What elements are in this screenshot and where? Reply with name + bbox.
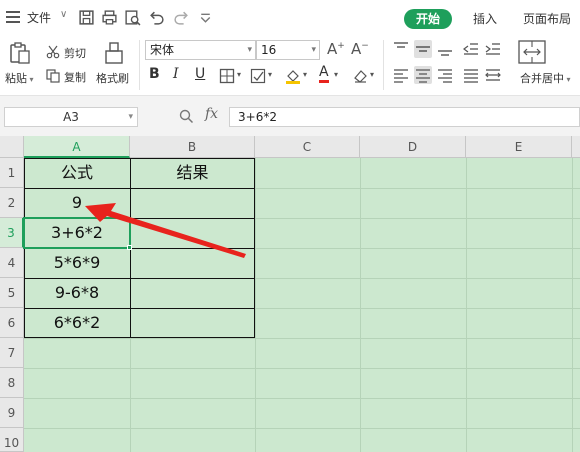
increase-indent-icon[interactable] [484, 40, 502, 58]
font-name-select[interactable]: 宋体 ▾ [145, 40, 256, 60]
font-color-icon[interactable]: A [319, 64, 329, 83]
undo-icon[interactable] [148, 9, 165, 26]
cut-button[interactable]: 剪切 [64, 45, 86, 61]
align-middle-icon[interactable] [414, 40, 432, 58]
insert-function-icon[interactable]: fx [205, 106, 218, 122]
format-painter-button[interactable]: 格式刷 [96, 70, 129, 86]
font-size-select[interactable]: 16 ▾ [256, 40, 320, 60]
clear-format-chevron-icon[interactable]: ▾ [370, 70, 374, 79]
save-icon[interactable] [78, 9, 95, 26]
zoom-search-icon[interactable] [178, 108, 194, 124]
copy-icon[interactable] [46, 69, 60, 83]
print-preview-icon[interactable] [124, 9, 141, 26]
bold-icon[interactable]: B [149, 66, 160, 82]
file-menu[interactable]: 文件 [27, 9, 51, 26]
cell-style-chevron-icon[interactable]: ▾ [268, 70, 272, 79]
underline-icon[interactable]: U [195, 66, 205, 82]
annotation-arrow [85, 203, 246, 258]
justify-icon[interactable] [462, 66, 480, 84]
spreadsheet-window: 文件 ∨ 开始 插入 页面布局 粘贴 ▾ 剪切 复制 格式刷 宋体 ▾ 16 ▾ A… [0, 0, 580, 452]
font-color-chevron-icon[interactable]: ▾ [334, 70, 338, 79]
merge-center-button[interactable]: 合并居中 ▾ [520, 70, 571, 86]
paste-button[interactable]: 粘贴 ▾ [5, 70, 34, 86]
formula-bar: A3 ▾ fx 3+6*2 [0, 96, 580, 136]
increase-font-size-icon[interactable]: A+ [327, 40, 345, 58]
paste-icon[interactable] [8, 41, 32, 65]
ribbon-divider [383, 40, 384, 90]
hamburger-menu-icon[interactable] [6, 11, 20, 23]
formula-input[interactable]: 3+6*2 [229, 107, 580, 127]
decrease-font-size-icon[interactable]: A− [351, 40, 369, 58]
cell-style-icon[interactable] [250, 68, 266, 84]
fill-color-icon[interactable] [285, 68, 301, 84]
copy-button[interactable]: 复制 [64, 69, 86, 85]
merge-center-icon[interactable] [517, 39, 547, 65]
format-painter-icon[interactable] [104, 41, 124, 65]
fill-color-chevron-icon[interactable]: ▾ [303, 70, 307, 79]
name-box[interactable]: A3 ▾ [4, 107, 138, 127]
align-center-icon[interactable] [414, 66, 432, 84]
italic-icon[interactable]: I [173, 66, 179, 82]
align-top-icon[interactable] [392, 40, 410, 58]
align-bottom-icon[interactable] [436, 40, 454, 58]
customize-toolbar-icon[interactable] [197, 9, 214, 26]
ribbon-toolbar: 粘贴 ▾ 剪切 复制 格式刷 宋体 ▾ 16 ▾ A+ A− B I U ▾ ▾ ▾… [0, 36, 580, 96]
distribute-icon[interactable] [484, 66, 502, 84]
align-left-icon[interactable] [392, 66, 410, 84]
borders-chevron-icon[interactable]: ▾ [237, 70, 241, 79]
file-menu-chevron-icon[interactable]: ∨ [60, 9, 67, 20]
tab-page-layout[interactable]: 页面布局 [522, 9, 572, 29]
print-icon[interactable] [101, 9, 118, 26]
redo-icon[interactable] [173, 9, 190, 26]
scissors-icon[interactable] [46, 45, 60, 59]
borders-icon[interactable] [219, 68, 235, 84]
tab-home[interactable]: 开始 [404, 9, 452, 29]
clear-format-icon[interactable] [352, 68, 368, 84]
tab-insert[interactable]: 插入 [472, 9, 498, 29]
worksheet-grid: A B C D E 1 2 3 4 5 6 7 8 9 10 公式 结果 9 3… [0, 136, 580, 452]
decrease-indent-icon[interactable] [462, 40, 480, 58]
ribbon-divider [139, 40, 140, 90]
align-right-icon[interactable] [436, 66, 454, 84]
menu-bar: 文件 ∨ 开始 插入 页面布局 [0, 0, 580, 36]
